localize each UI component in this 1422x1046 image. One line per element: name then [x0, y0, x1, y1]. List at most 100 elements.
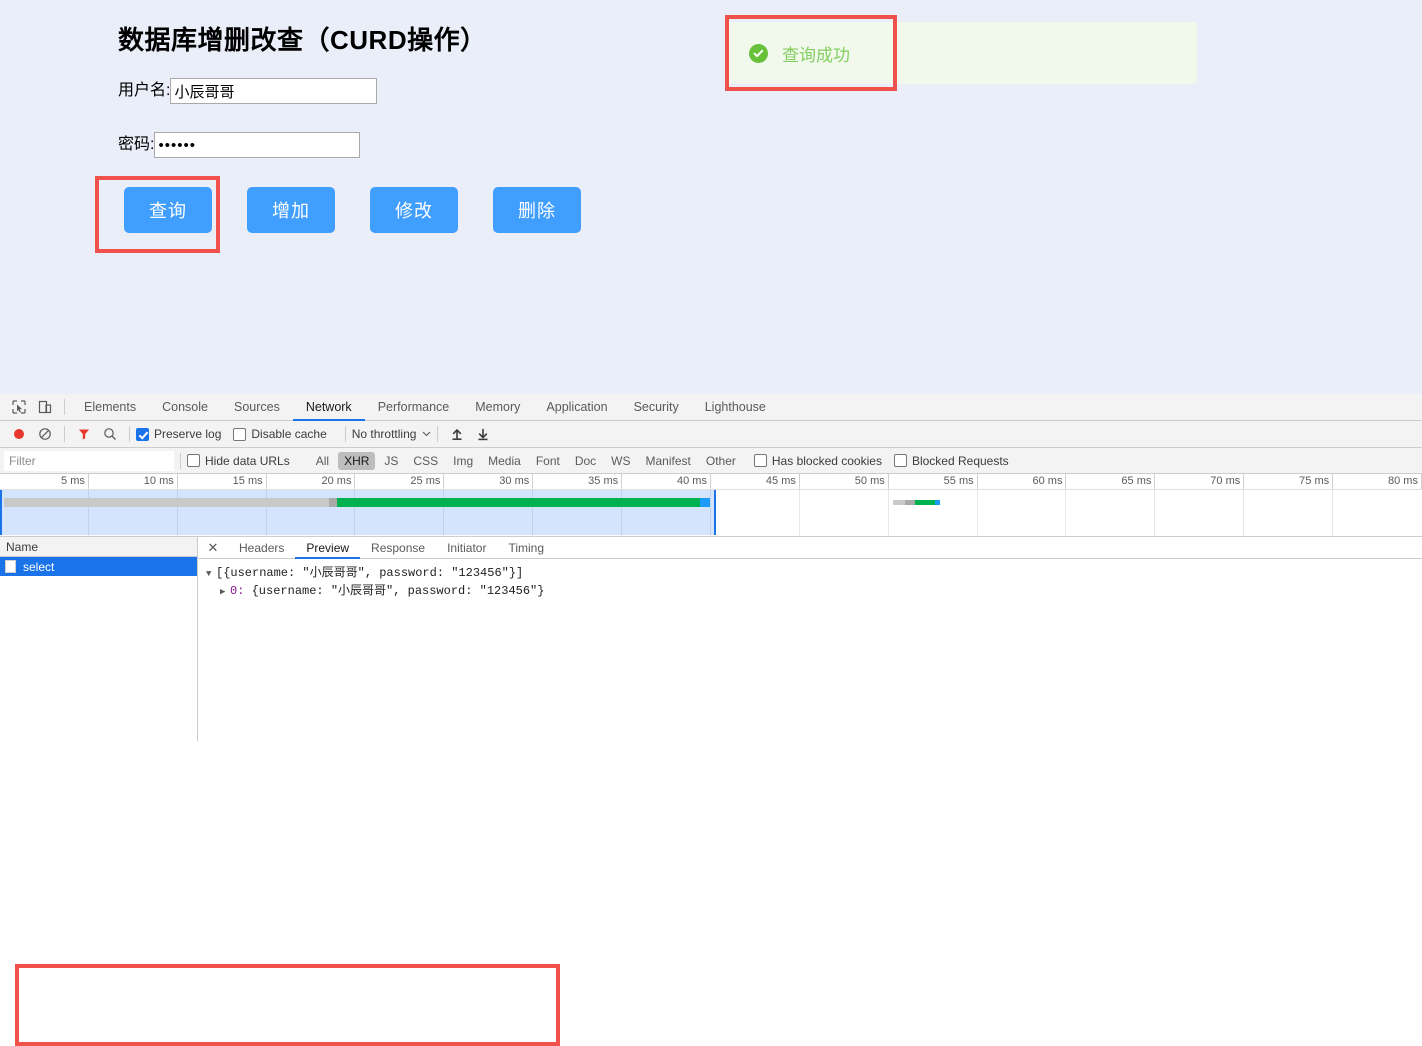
resource-filter-toolbar: Hide data URLs All XHR JS CSS Img Media …	[0, 448, 1422, 474]
chip-css[interactable]: CSS	[407, 452, 444, 470]
preserve-log-checkbox[interactable]: Preserve log	[136, 427, 221, 441]
success-alert-text: 查询成功	[782, 45, 850, 65]
chip-ws[interactable]: WS	[605, 452, 636, 470]
password-label: 密码:	[118, 136, 155, 153]
tab-lighthouse[interactable]: Lighthouse	[692, 394, 779, 421]
tick-label: 60 ms	[1032, 475, 1063, 487]
request-name: select	[23, 559, 55, 574]
tick-label: 65 ms	[1121, 475, 1152, 487]
chip-doc[interactable]: Doc	[569, 452, 602, 470]
check-circle-icon	[749, 43, 768, 63]
chip-manifest[interactable]: Manifest	[640, 452, 697, 470]
network-overview[interactable]: 5 ms 10 ms 15 ms 20 ms 25 ms 30 ms 35 ms…	[0, 474, 1422, 537]
export-har-icon[interactable]	[470, 422, 496, 446]
chip-media[interactable]: Media	[482, 452, 527, 470]
hide-data-urls-checkbox[interactable]: Hide data URLs	[187, 454, 290, 468]
request-list-column-name[interactable]: Name	[0, 537, 197, 557]
has-blocked-cookies-checkbox[interactable]: Has blocked cookies	[753, 454, 882, 468]
chip-img[interactable]: Img	[447, 452, 479, 470]
tick-label: 75 ms	[1299, 475, 1330, 487]
request-details-drawer: ✕ Headers Preview Response Initiator Tim…	[198, 537, 1422, 741]
filter-funnel-icon[interactable]	[71, 422, 97, 446]
browser-viewport: 数据库增删改查（CURD操作） 用户名: 密码: 查询 增加 修改 删除 查询成…	[0, 0, 1422, 394]
password-input[interactable]	[154, 132, 361, 158]
blocked-requests-checkbox[interactable]: Blocked Requests	[893, 453, 1009, 468]
tick-label: 50 ms	[854, 475, 885, 487]
filter-input[interactable]	[4, 450, 174, 471]
tick-label: 10 ms	[143, 475, 174, 487]
toolbar-divider	[64, 399, 65, 415]
tab-timing[interactable]: Timing	[497, 537, 555, 559]
hide-data-urls-checkbox-box	[187, 454, 200, 467]
chip-all[interactable]: All	[310, 452, 335, 470]
request-details-tab-bar: ✕ Headers Preview Response Initiator Tim…	[198, 537, 1422, 559]
chip-js[interactable]: JS	[378, 452, 404, 470]
action-button-row: 查询 增加 修改 删除	[124, 187, 581, 233]
inspect-element-icon[interactable]	[6, 395, 32, 419]
delete-button[interactable]: 删除	[493, 187, 581, 233]
toggle-device-toolbar-icon[interactable]	[32, 395, 58, 419]
tab-network[interactable]: Network	[293, 394, 365, 421]
disable-cache-checkbox-box	[233, 427, 247, 441]
tab-application[interactable]: Application	[533, 394, 620, 421]
tick-label: 5 ms	[61, 475, 85, 487]
tick-label: 70 ms	[1210, 475, 1241, 487]
network-lower-area: Name select ✕ Headers Preview Response I…	[0, 537, 1422, 741]
search-icon[interactable]	[97, 422, 123, 446]
has-blocked-cookies-checkbox-box	[753, 454, 767, 467]
record-button-icon[interactable]	[6, 422, 32, 446]
chip-other[interactable]: Other	[700, 452, 742, 470]
overview-request-bar-small	[893, 500, 940, 505]
toolbar-divider-2	[64, 426, 65, 442]
timeline-ruler: 5 ms 10 ms 15 ms 20 ms 25 ms 30 ms 35 ms…	[0, 474, 1422, 490]
tab-response[interactable]: Response	[360, 537, 436, 559]
disable-cache-checkbox[interactable]: Disable cache	[233, 427, 327, 441]
tab-preview[interactable]: Preview	[295, 537, 360, 559]
tick-label: 20 ms	[321, 475, 352, 487]
devtools-tab-bar: Elements Console Sources Network Perform…	[71, 394, 779, 421]
tick-label: 80 ms	[1388, 475, 1418, 487]
request-row-select[interactable]: select	[0, 557, 197, 576]
tab-memory[interactable]: Memory	[462, 394, 533, 421]
tab-sources[interactable]: Sources	[221, 394, 293, 421]
blocked-requests-checkbox-box	[893, 454, 907, 467]
clear-requests-icon[interactable]	[32, 422, 58, 446]
close-icon[interactable]: ✕	[204, 539, 222, 557]
filter-divider	[180, 452, 181, 469]
tick-label: 55 ms	[943, 475, 974, 487]
json-child-index: 0:	[230, 584, 245, 598]
resource-type-chips: All XHR JS CSS Img Media Font Doc WS Man…	[310, 451, 742, 470]
username-input[interactable]	[170, 78, 378, 104]
tab-performance[interactable]: Performance	[365, 394, 463, 421]
caret-expanded-icon[interactable]: ▼	[206, 566, 216, 583]
tab-elements[interactable]: Elements	[71, 394, 149, 421]
tick-label: 45 ms	[765, 475, 796, 487]
json-child-line[interactable]: ▶ 0: {username: "小辰哥哥", password: "123456…	[206, 583, 1422, 601]
json-root-line[interactable]: ▼ [{username: "小辰哥哥", password: "123456"}…	[206, 565, 1422, 583]
tab-initiator[interactable]: Initiator	[436, 537, 497, 559]
chip-font[interactable]: Font	[530, 452, 566, 470]
username-label: 用户名:	[118, 82, 171, 99]
success-alert: 查询成功	[725, 22, 1197, 84]
tab-headers[interactable]: Headers	[228, 537, 295, 559]
tick-label: 30 ms	[499, 475, 530, 487]
caret-collapsed-icon[interactable]: ▶	[220, 584, 230, 601]
devtools-main-toolbar: Elements Console Sources Network Perform…	[0, 394, 1422, 421]
network-controls-toolbar: Preserve log Disable cache No throttling	[0, 421, 1422, 448]
toolbar-divider-5	[437, 426, 439, 442]
toolbar-divider-3	[129, 426, 130, 442]
import-har-icon[interactable]	[444, 422, 470, 446]
tab-console[interactable]: Console	[149, 394, 221, 421]
query-button[interactable]: 查询	[124, 187, 212, 233]
devtools-panel: Elements Console Sources Network Perform…	[0, 394, 1422, 1046]
blocked-requests-label: Blocked Requests	[911, 453, 1009, 468]
json-preview: ▼ [{username: "小辰哥哥", password: "123456"}…	[198, 559, 1422, 601]
throttling-dropdown[interactable]: No throttling	[352, 427, 432, 441]
chip-xhr[interactable]: XHR	[338, 451, 376, 470]
preserve-log-checkbox-box	[136, 427, 149, 441]
tab-security[interactable]: Security	[621, 394, 692, 421]
insert-button[interactable]: 增加	[247, 187, 335, 233]
preserve-log-label: Preserve log	[154, 427, 222, 441]
overview-selection-window[interactable]	[0, 490, 716, 535]
update-button[interactable]: 修改	[370, 187, 458, 233]
